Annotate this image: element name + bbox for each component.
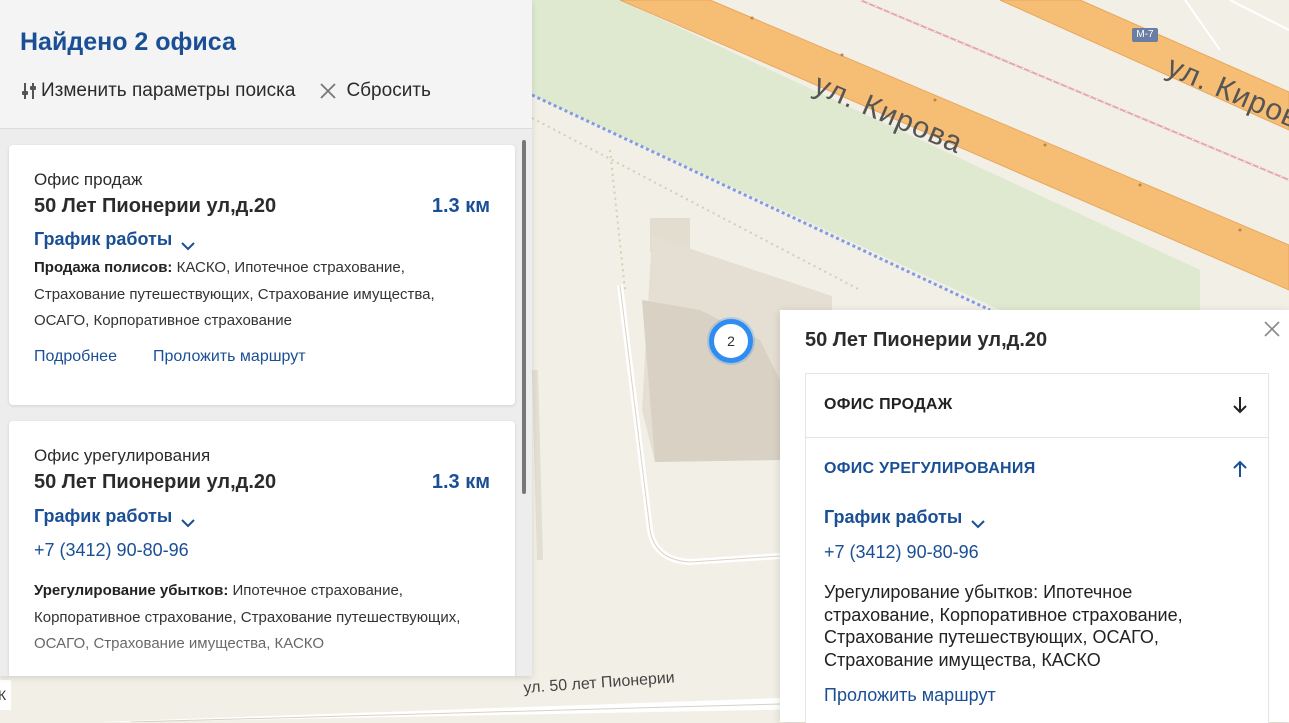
accordion-settlement-label: ОФИС УРЕГУЛИРОВАНИЯ [824, 460, 1036, 477]
office-address: 50 Лет Пионерии ул,д.20 [34, 471, 277, 493]
office-address: 50 Лет Пионерии ул,д.20 [34, 195, 277, 217]
accordion-settlement[interactable]: ОФИС УРЕГУЛИРОВАНИЯ [806, 438, 1268, 501]
details-link[interactable]: Подробнее [34, 348, 117, 366]
popup-phone[interactable]: +7 (3412) 90-80-96 [824, 542, 979, 563]
office-phone[interactable]: +7 (3412) 90-80-96 [34, 540, 189, 561]
schedule-label: График работы [34, 229, 173, 249]
results-title: Найдено 2 офиса [20, 28, 236, 56]
popup-title: 50 Лет Пионерии ул,д.20 [805, 329, 1048, 351]
office-type: Офис урегулирования [34, 446, 211, 465]
results-panel: Найдено 2 офиса Изменить параметры поиск… [0, 0, 532, 676]
popup-description: Урегулирование убытков: Ипотечное страхо… [824, 582, 1183, 670]
popup-schedule-toggle[interactable]: График работы [824, 507, 986, 528]
office-services: Урегулирование убытков: Ипотечное страхо… [34, 578, 474, 658]
arrow-down-icon [1230, 394, 1250, 416]
arrow-up-icon [1230, 458, 1250, 480]
schedule-toggle[interactable]: График работы [34, 506, 196, 527]
services-title: Продажа полисов: [34, 259, 173, 276]
office-card[interactable]: Офис урегулирования 50 Лет Пионерии ул,д… [9, 421, 515, 676]
schedule-label: График работы [824, 507, 963, 527]
results-actions: Изменить параметры поиска Сбросить [20, 80, 431, 102]
route-link[interactable]: Проложить маршрут [153, 348, 306, 366]
close-icon [319, 82, 337, 100]
office-services: Продажа полисов: КАСКО, Ипотечное страхо… [34, 255, 474, 335]
highway-badge: М-7 [1132, 28, 1158, 42]
schedule-toggle[interactable]: График работы [34, 229, 196, 250]
close-icon [1259, 321, 1285, 346]
results-header: Найдено 2 офиса Изменить параметры поиск… [0, 0, 532, 129]
services-title: Урегулирование убытков: [34, 582, 229, 599]
cluster-marker[interactable]: 2 [709, 319, 753, 363]
popup-route-link[interactable]: Проложить маршрут [824, 685, 996, 706]
filter-icon [20, 81, 38, 101]
accordion-sales[interactable]: ОФИС ПРОДАЖ [806, 374, 1268, 438]
popup-accordion: ОФИС ПРОДАЖ ОФИС УРЕГУЛИРОВАНИЯ График р… [805, 373, 1269, 723]
office-type: Офис продаж [34, 170, 143, 189]
office-list[interactable]: Офис продаж 50 Лет Пионерии ул,д.20 1.3 … [0, 129, 532, 676]
list-scrollbar[interactable] [522, 140, 526, 494]
office-distance: 1.3 км [431, 195, 490, 217]
accordion-sales-label: ОФИС ПРОДАЖ [824, 396, 953, 413]
office-links: Подробнее Проложить маршрут [34, 348, 306, 366]
reset-label: Сбросить [346, 80, 431, 101]
change-params-label: Изменить параметры поиска [41, 80, 296, 101]
office-popup: 50 Лет Пионерии ул,д.20 ОФИС ПРОДАЖ ОФИС… [780, 310, 1289, 723]
change-params-button[interactable]: Изменить параметры поиска [20, 80, 295, 102]
reset-button[interactable]: Сбросить [319, 80, 431, 102]
popup-close-button[interactable] [1259, 316, 1285, 342]
chevron-down-icon [970, 513, 986, 528]
office-distance: 1.3 км [431, 471, 490, 493]
chevron-down-icon [180, 235, 196, 250]
chevron-down-icon [180, 512, 196, 527]
office-card[interactable]: Офис продаж 50 Лет Пионерии ул,д.20 1.3 … [9, 145, 515, 405]
schedule-label: График работы [34, 506, 173, 526]
marker-count: 2 [727, 333, 735, 349]
map-edge-label: К [0, 680, 11, 710]
